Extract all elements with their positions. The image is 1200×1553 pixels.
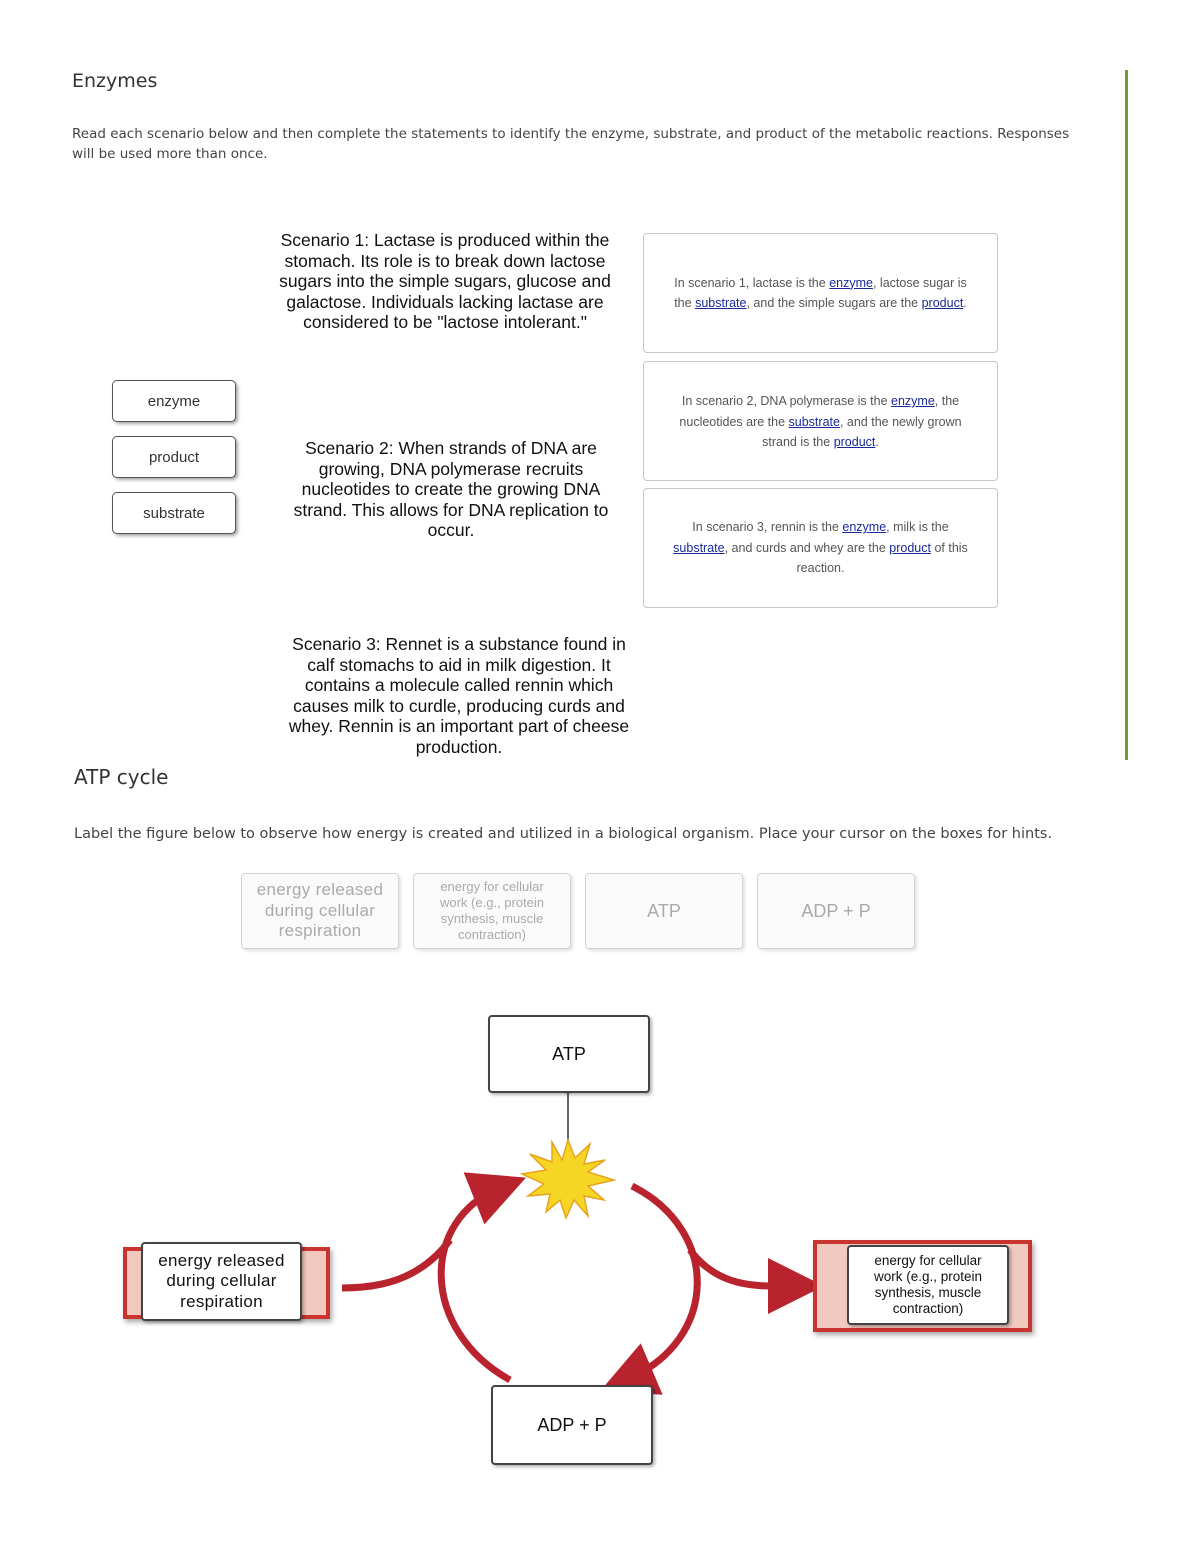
figure-atp-label: ATP xyxy=(552,1043,586,1064)
figure-energy-for-work-box[interactable]: energy for cellular work (e.g., protein … xyxy=(847,1245,1009,1325)
output-arrow xyxy=(687,1247,824,1315)
cycle-arrow-left xyxy=(437,1172,526,1384)
figure-atp-box[interactable]: ATP xyxy=(488,1015,650,1093)
figure-energy-released-label: energy released during cellular respirat… xyxy=(158,1250,285,1311)
input-arrow xyxy=(341,1237,453,1292)
figure-energy-for-work-label: energy for cellular work (e.g., protein … xyxy=(873,1253,983,1316)
figure-adp-box[interactable]: ADP + P xyxy=(491,1385,653,1465)
figure-energy-released-box[interactable]: energy released during cellular respirat… xyxy=(141,1242,302,1321)
cycle-arrow-right xyxy=(600,1182,701,1395)
energy-burst-icon xyxy=(519,1137,617,1221)
figure-adp-label: ADP + P xyxy=(537,1414,607,1435)
